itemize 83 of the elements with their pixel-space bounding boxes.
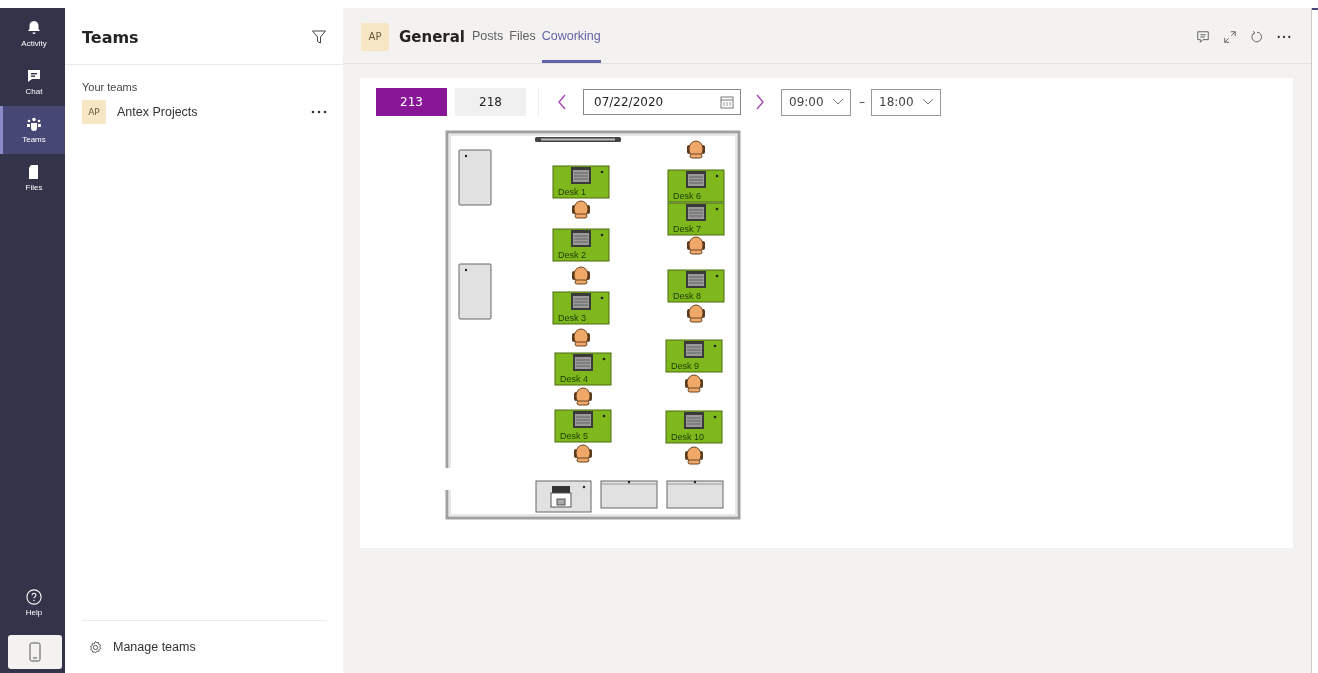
chair-icon: [687, 304, 705, 323]
desk-label: Desk 6: [673, 191, 701, 201]
chair-icon: [687, 140, 705, 159]
chair-icon: [685, 446, 703, 465]
chair-icon: [572, 200, 590, 219]
dot-icon: [600, 296, 604, 300]
laptop-icon: [571, 167, 591, 184]
room-button[interactable]: 213: [376, 88, 447, 116]
settings-icon[interactable]: [88, 639, 103, 655]
cabinet: [458, 149, 492, 206]
tab[interactable]: Files: [509, 10, 536, 63]
laptop-icon: [686, 271, 706, 288]
help-icon: [26, 589, 42, 605]
tab[interactable]: Posts: [472, 10, 504, 63]
desk-label: Desk 4: [560, 374, 588, 384]
laptop-icon: [573, 411, 593, 428]
team-avatar: AP: [82, 100, 106, 124]
dot-icon: [715, 174, 719, 178]
chair-icon: [574, 444, 592, 463]
panel-title: Teams: [82, 27, 139, 47]
desk-label: Desk 9: [671, 361, 699, 371]
more-icon[interactable]: [311, 110, 327, 114]
printer-station: [535, 480, 592, 513]
laptop-icon: [684, 341, 704, 358]
laptop-icon: [686, 171, 706, 188]
channel-avatar: AP: [361, 22, 389, 51]
tab[interactable]: Coworking: [541, 10, 601, 63]
dot-icon: [715, 274, 719, 278]
app-bar-item[interactable]: Chat: [0, 58, 65, 106]
laptop-icon: [571, 230, 591, 247]
laptop-icon: [686, 204, 706, 221]
conversation-icon[interactable]: [1196, 29, 1210, 44]
room-button[interactable]: 218: [455, 88, 526, 116]
dot-icon: [602, 357, 606, 361]
more-icon[interactable]: [1277, 34, 1291, 39]
table: [666, 480, 724, 509]
dot-icon: [715, 207, 719, 211]
help-button[interactable]: Help: [0, 579, 65, 627]
table: [600, 480, 658, 509]
section-label: Your teams: [81, 80, 139, 95]
channel-name: General: [399, 27, 465, 46]
chat-icon: [26, 68, 42, 84]
app-bar-item[interactable]: Activity: [0, 10, 65, 58]
chevron-down-icon: [922, 98, 934, 106]
expand-icon[interactable]: [1223, 29, 1237, 44]
dot-icon: [713, 415, 717, 419]
end-time-dropdown[interactable]: 18:00: [871, 88, 941, 116]
dot-icon: [600, 233, 604, 237]
laptop-icon: [684, 412, 704, 429]
calendar-icon: [720, 95, 734, 109]
desk-label: Desk 10: [671, 432, 705, 442]
dot-icon: [602, 414, 606, 418]
app-bar-item[interactable]: Teams: [0, 106, 65, 154]
dot-icon: [600, 170, 604, 174]
cabinet: [458, 263, 492, 320]
chevron-down-icon: [832, 98, 844, 106]
phone-icon: [29, 642, 41, 662]
chair-icon: [687, 236, 705, 255]
date-field[interactable]: 07/22/2020: [583, 89, 741, 115]
desk-label: Desk 1: [558, 187, 586, 197]
bell-icon: [26, 20, 42, 36]
time-separator: –: [859, 95, 865, 109]
desk-label: Desk 2: [558, 250, 586, 260]
chair-icon: [572, 266, 590, 285]
laptop-icon: [573, 354, 593, 371]
laptop-icon: [571, 293, 591, 310]
desk-label: Desk 3: [558, 313, 586, 323]
desk-label: Desk 8: [673, 291, 701, 301]
app-bar-item[interactable]: Files: [0, 154, 65, 202]
filter-icon[interactable]: [311, 29, 327, 45]
previous-icon[interactable]: [557, 94, 567, 110]
chair-icon: [572, 328, 590, 347]
desk-label: Desk 7: [673, 224, 701, 234]
chair-icon: [685, 374, 703, 393]
refresh-icon[interactable]: [1250, 29, 1264, 44]
next-icon[interactable]: [755, 94, 765, 110]
team-name[interactable]: Antex Projects: [117, 105, 311, 119]
start-time-dropdown[interactable]: 09:00: [781, 88, 851, 116]
chair-icon: [574, 387, 592, 406]
people-icon: [26, 116, 42, 132]
desk-label: Desk 5: [560, 431, 588, 441]
manage-teams-link[interactable]: Manage teams: [113, 640, 196, 654]
dot-icon: [713, 344, 717, 348]
